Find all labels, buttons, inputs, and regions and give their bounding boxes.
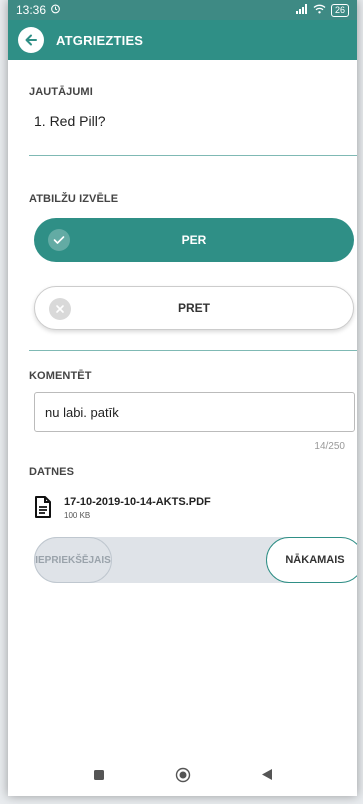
divider bbox=[29, 155, 357, 156]
question-text: 1. Red Pill? bbox=[34, 113, 106, 129]
status-bar: 13:36 26 bbox=[8, 0, 357, 20]
answer-option-per[interactable]: PER bbox=[34, 218, 354, 262]
comment-label: KOMENTĒT bbox=[29, 370, 92, 382]
home-icon[interactable] bbox=[175, 767, 191, 788]
status-time: 13:36 bbox=[16, 3, 47, 17]
answers-label: ATBILŽU IZVĒLE bbox=[29, 193, 119, 205]
phone-screen: 13:36 26 ATGRIEZTIES JAUTĀJUMI 1. Red Pi… bbox=[8, 0, 357, 796]
answer-option-label: PER bbox=[181, 233, 207, 247]
comment-input[interactable]: nu labi. patīk bbox=[34, 392, 355, 432]
file-size: 100 KB bbox=[64, 511, 91, 520]
app-header: ATGRIEZTIES bbox=[8, 20, 357, 60]
files-label: DATNES bbox=[29, 466, 75, 478]
document-icon bbox=[34, 496, 52, 523]
back-button[interactable] bbox=[18, 27, 44, 53]
char-counter: 14/250 bbox=[314, 441, 345, 452]
file-name: 17-10-2019-10-14-AKTS.PDF bbox=[64, 496, 211, 508]
check-icon bbox=[48, 229, 70, 251]
signal-icon bbox=[295, 3, 308, 17]
arrow-left-icon bbox=[25, 34, 37, 46]
answer-option-pret[interactable]: PRET bbox=[34, 286, 354, 330]
answer-option-label: PRET bbox=[177, 301, 210, 315]
wifi-icon bbox=[313, 3, 326, 17]
file-item[interactable]: 17-10-2019-10-14-AKTS.PDF 100 KB bbox=[34, 496, 211, 523]
next-button[interactable]: NĀKAMAIS bbox=[266, 537, 357, 583]
battery-icon: 26 bbox=[330, 3, 349, 17]
close-icon bbox=[49, 298, 71, 320]
questions-label: JAUTĀJUMI bbox=[29, 86, 93, 98]
system-navigation-bar bbox=[8, 758, 357, 796]
divider bbox=[29, 350, 357, 351]
previous-button[interactable]: IEPRIEKŠĒJAIS bbox=[34, 537, 112, 583]
alarm-icon bbox=[50, 3, 61, 17]
question-navigation: IEPRIEKŠĒJAIS NĀKAMAIS bbox=[34, 537, 357, 583]
back-nav-icon[interactable] bbox=[261, 768, 273, 786]
header-title: ATGRIEZTIES bbox=[56, 32, 144, 48]
recent-apps-icon[interactable] bbox=[93, 768, 105, 786]
comment-value: nu labi. patīk bbox=[45, 404, 119, 420]
